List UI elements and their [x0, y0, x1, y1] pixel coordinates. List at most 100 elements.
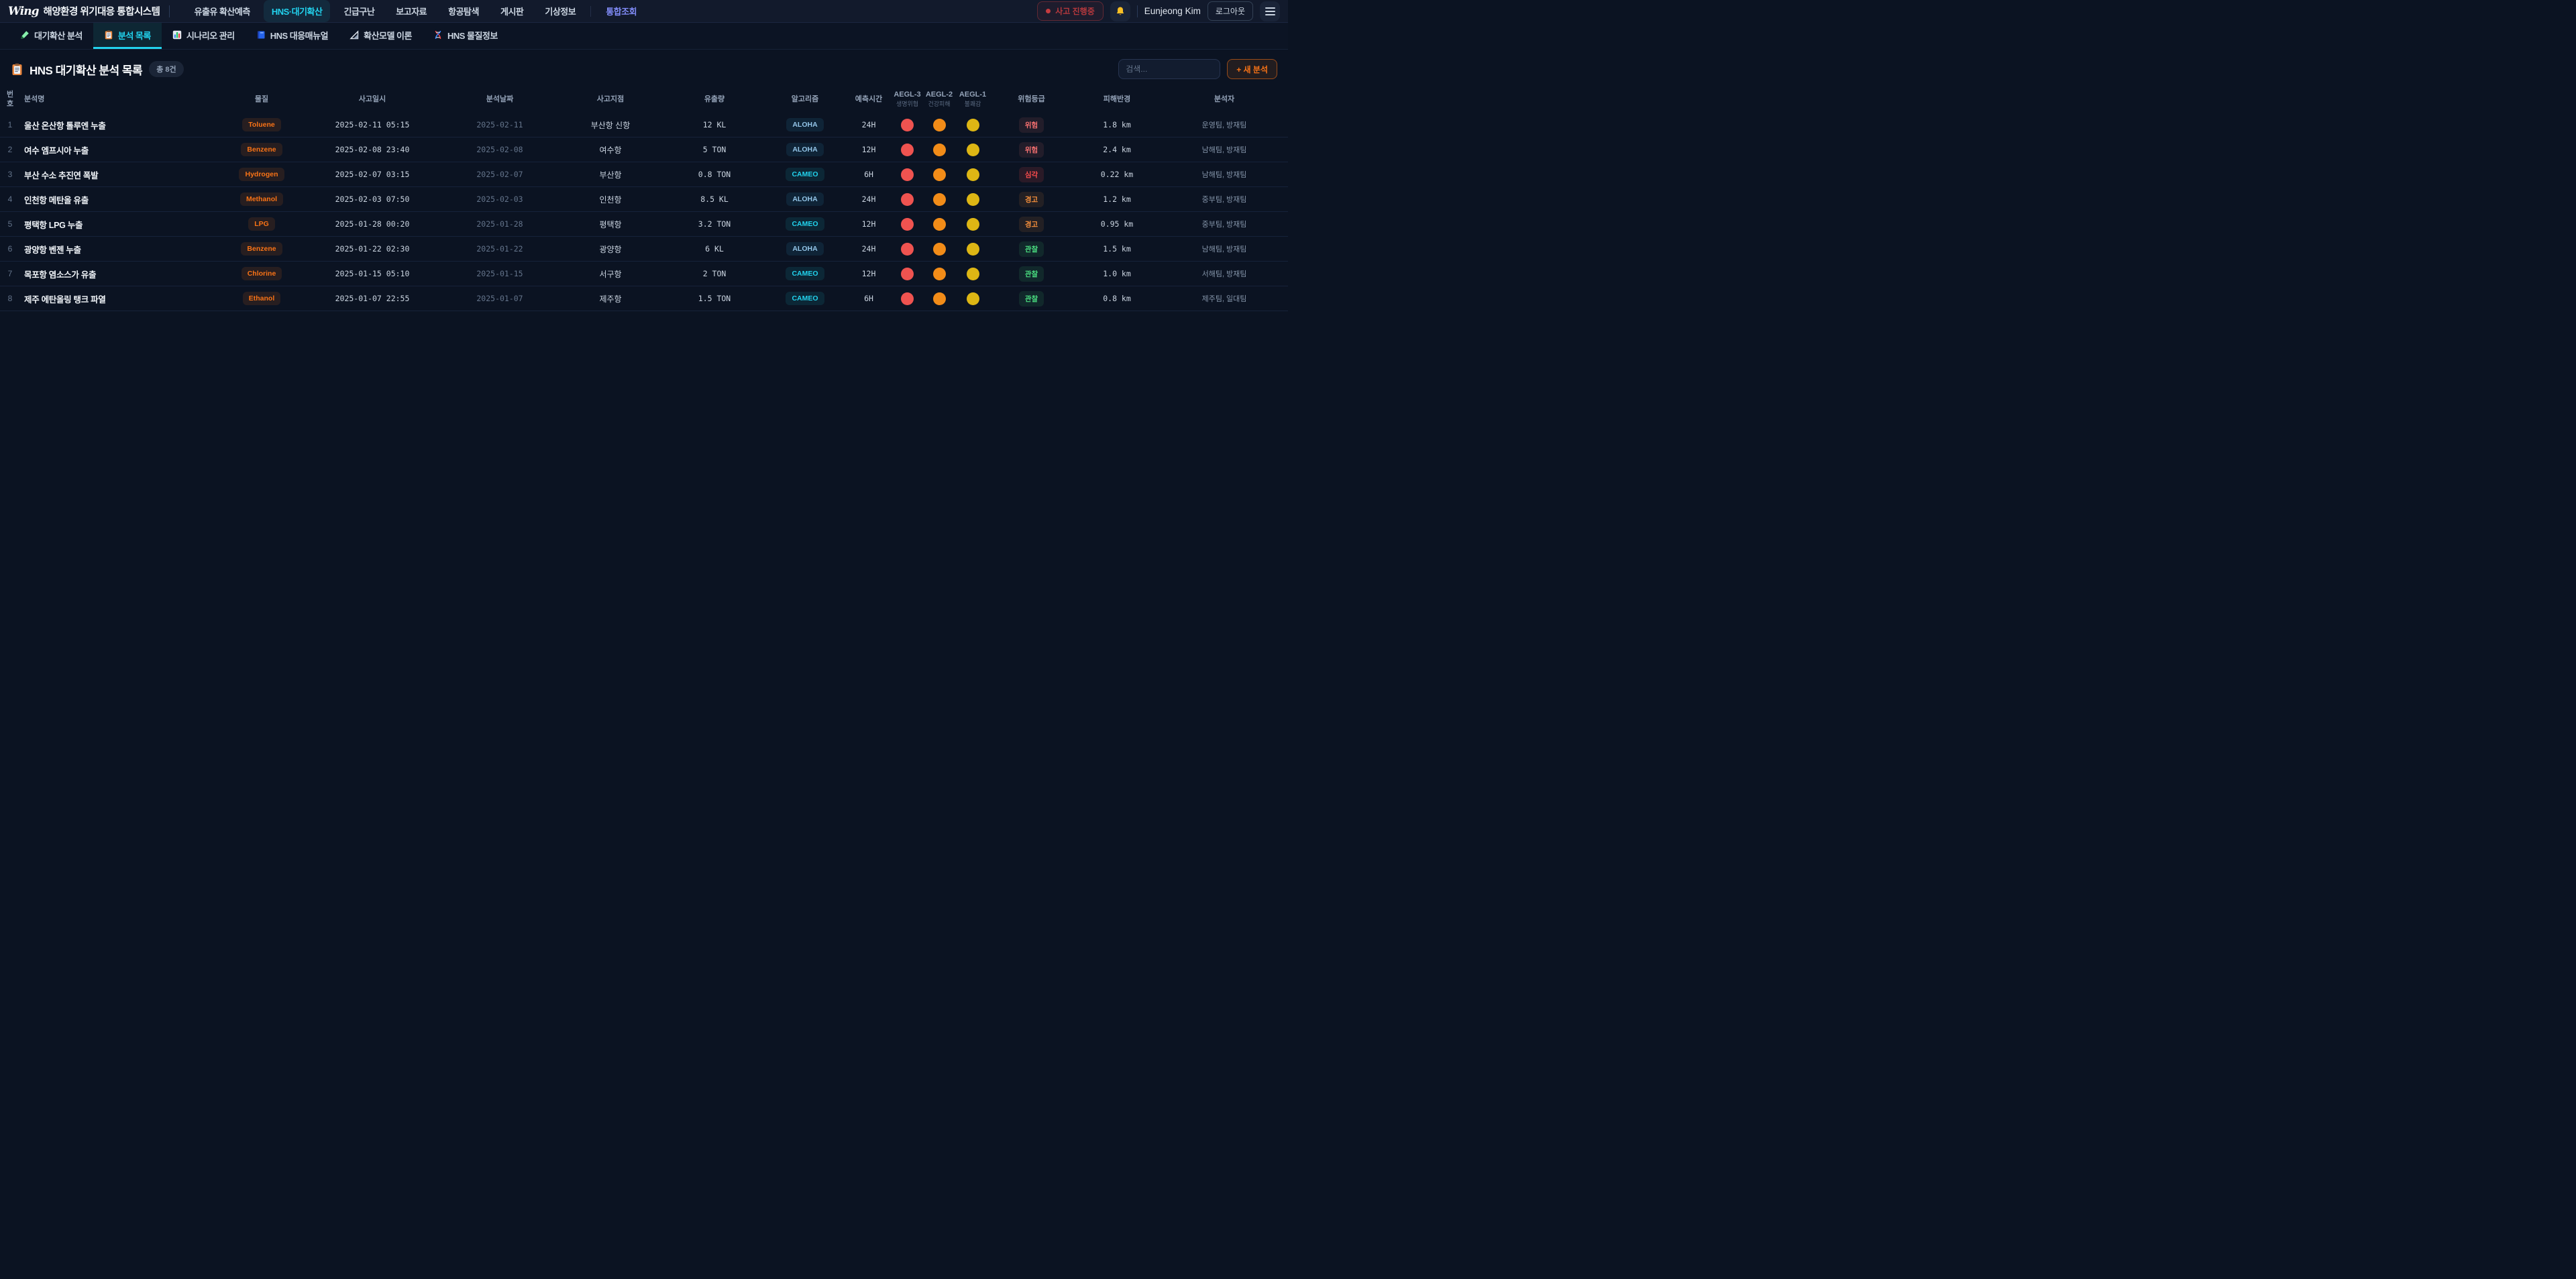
table-body: 1 울산 온산항 톨루엔 누출 Toluene 2025-02-11 05:15… [0, 113, 1288, 311]
tab-label: HNS 물질정보 [447, 29, 498, 42]
table-row[interactable]: 7 목포항 염소스가 유출 Chlorine 2025-01-15 05:10 … [0, 262, 1288, 286]
analysis-date: 2025-01-22 [443, 244, 557, 254]
column-header-date: 분석날짜 [443, 95, 557, 104]
aegl3-indicator [901, 168, 914, 181]
forecast-duration: 24H [845, 194, 892, 204]
tab-분석 목록[interactable]: 분석 목록 [93, 23, 162, 49]
aegl1-indicator [967, 119, 979, 131]
incident-location: 여수항 [557, 144, 664, 156]
nav-item-통합조회[interactable]: 통합조회 [598, 0, 645, 22]
aegl2-indicator [933, 168, 946, 181]
nav-item-항공탐색[interactable]: 항공탐색 [440, 0, 487, 22]
incident-datetime: 2025-02-11 05:15 [302, 120, 443, 129]
table-row[interactable]: 4 인천항 메탄올 유출 Methanol 2025-02-03 07:50 2… [0, 187, 1288, 212]
table-row[interactable]: 8 제주 에탄올링 탱크 파열 Ethanol 2025-01-07 22:55… [0, 286, 1288, 311]
incident-location: 부산항 신항 [557, 119, 664, 131]
logo-mark: Wing [8, 5, 39, 18]
table-row[interactable]: 5 평택항 LPG 누출 LPG 2025-01-28 00:20 2025-0… [0, 212, 1288, 237]
row-number: 3 [0, 170, 20, 179]
aegl2-indicator [933, 119, 946, 131]
page-title: HNS 대기확산 분석 목록 [11, 61, 142, 78]
material-badge: Benzene [241, 242, 282, 256]
incident-location: 광양항 [557, 243, 664, 255]
column-header-name: 분석명 [20, 95, 221, 104]
column-header-aegl3: AEGL-3 생명위협 [892, 90, 922, 109]
column-header-datetime: 사고일시 [302, 95, 443, 104]
risk-grade-badge: 위험 [1019, 117, 1044, 133]
column-header-risk: 위험등급 [989, 95, 1073, 104]
new-analysis-button[interactable]: + 새 분석 [1227, 59, 1277, 79]
incident-location: 서구항 [557, 268, 664, 280]
notifications-button[interactable] [1110, 1, 1130, 21]
incident-datetime: 2025-02-08 23:40 [302, 145, 443, 154]
table-row[interactable]: 2 여수 엠프시아 누출 Benzene 2025-02-08 23:40 20… [0, 137, 1288, 162]
analysis-name: 여수 엠프시아 누출 [20, 144, 221, 156]
row-number: 8 [0, 294, 20, 303]
damage-radius: 0.8 km [1073, 294, 1161, 303]
aegl2-indicator [933, 292, 946, 305]
dna-icon [433, 30, 443, 40]
table-row[interactable]: 3 부산 수소 추진연 폭발 Hydrogen 2025-02-07 03:15… [0, 162, 1288, 187]
incident-location: 제주항 [557, 293, 664, 304]
page-header: HNS 대기확산 분석 목록 총 8건 + 새 분석 [11, 59, 1277, 79]
logout-button[interactable]: 로그아웃 [1208, 1, 1253, 21]
nav-item-게시판[interactable]: 게시판 [492, 0, 531, 22]
analysis-date: 2025-02-03 [443, 194, 557, 204]
material-badge: Hydrogen [239, 168, 284, 181]
nav-item-긴급구난[interactable]: 긴급구난 [335, 0, 382, 22]
nav-item-HNS·대기확산[interactable]: HNS·대기확산 [264, 0, 331, 22]
aegl2-indicator [933, 193, 946, 206]
risk-grade-badge: 심각 [1019, 167, 1044, 182]
incident-datetime: 2025-01-07 22:55 [302, 294, 443, 303]
table-header-row: 번호 분석명 물질 사고일시 분석날짜 사고지점 유출량 알고리즘 예측시간 A… [0, 86, 1288, 113]
page-title-text: HNS 대기확산 분석 목록 [30, 61, 142, 78]
incident-status-label: 사고 진행중 [1055, 5, 1095, 17]
analysis-date: 2025-01-28 [443, 219, 557, 229]
analysis-name: 목포항 염소스가 유출 [20, 268, 221, 280]
user-divider [1137, 5, 1138, 17]
analysis-name: 평택항 LPG 누출 [20, 218, 221, 231]
column-header-no: 번호 [0, 90, 20, 109]
aegl1-indicator [967, 218, 979, 231]
analysis-date: 2025-02-07 [443, 170, 557, 179]
search-input[interactable] [1118, 59, 1220, 79]
risk-grade-badge: 경고 [1019, 217, 1044, 232]
incident-status-badge[interactable]: 사고 진행중 [1037, 1, 1104, 21]
spill-amount: 2 TON [664, 269, 765, 278]
aegl1-indicator [967, 144, 979, 156]
tab-확산모델 이론[interactable]: 확산모델 이론 [339, 23, 423, 49]
algorithm-badge: ALOHA [786, 242, 823, 256]
spill-amount: 3.2 TON [664, 219, 765, 229]
aegl3-indicator [901, 268, 914, 280]
aegl2-indicator [933, 243, 946, 256]
risk-grade-badge: 위험 [1019, 142, 1044, 158]
forecast-duration: 12H [845, 219, 892, 229]
menu-button[interactable] [1260, 1, 1280, 21]
tab-시나리오 관리[interactable]: 시나리오 관리 [162, 23, 246, 49]
hamburger-icon [1265, 7, 1275, 15]
aegl3-indicator [901, 144, 914, 156]
forecast-duration: 24H [845, 244, 892, 254]
risk-grade-badge: 관찰 [1019, 291, 1044, 307]
forecast-duration: 12H [845, 145, 892, 154]
nav-item-기상정보[interactable]: 기상정보 [537, 0, 584, 22]
logo-divider [169, 5, 170, 17]
chart-icon [172, 30, 182, 40]
app-logo: Wing 해양환경 위기대응 통합시스템 [8, 4, 160, 18]
tab-HNS 대응매뉴얼[interactable]: HNS 대응매뉴얼 [246, 23, 339, 49]
table-row[interactable]: 1 울산 온산항 톨루엔 누출 Toluene 2025-02-11 05:15… [0, 113, 1288, 137]
table-row[interactable]: 6 광양항 벤젠 누출 Benzene 2025-01-22 02:30 202… [0, 237, 1288, 262]
nav-item-유출유 확산예측[interactable]: 유출유 확산예측 [186, 0, 258, 22]
damage-radius: 0.95 km [1073, 219, 1161, 229]
analysis-date: 2025-01-07 [443, 294, 557, 303]
nav-item-보고자료[interactable]: 보고자료 [388, 0, 435, 22]
app-title: 해양환경 위기대응 통합시스템 [44, 4, 160, 18]
damage-radius: 0.22 km [1073, 170, 1161, 179]
analyst-names: 남해팀, 방재팀 [1161, 169, 1288, 180]
damage-radius: 2.4 km [1073, 145, 1161, 154]
tab-HNS 물질정보[interactable]: HNS 물질정보 [423, 23, 508, 49]
tab-대기확산 분석[interactable]: 대기확산 분석 [9, 23, 93, 49]
column-header-aegl2: AEGL-2 건강피해 [922, 90, 956, 109]
forecast-duration: 6H [845, 294, 892, 303]
clipboard-icon [11, 63, 23, 76]
